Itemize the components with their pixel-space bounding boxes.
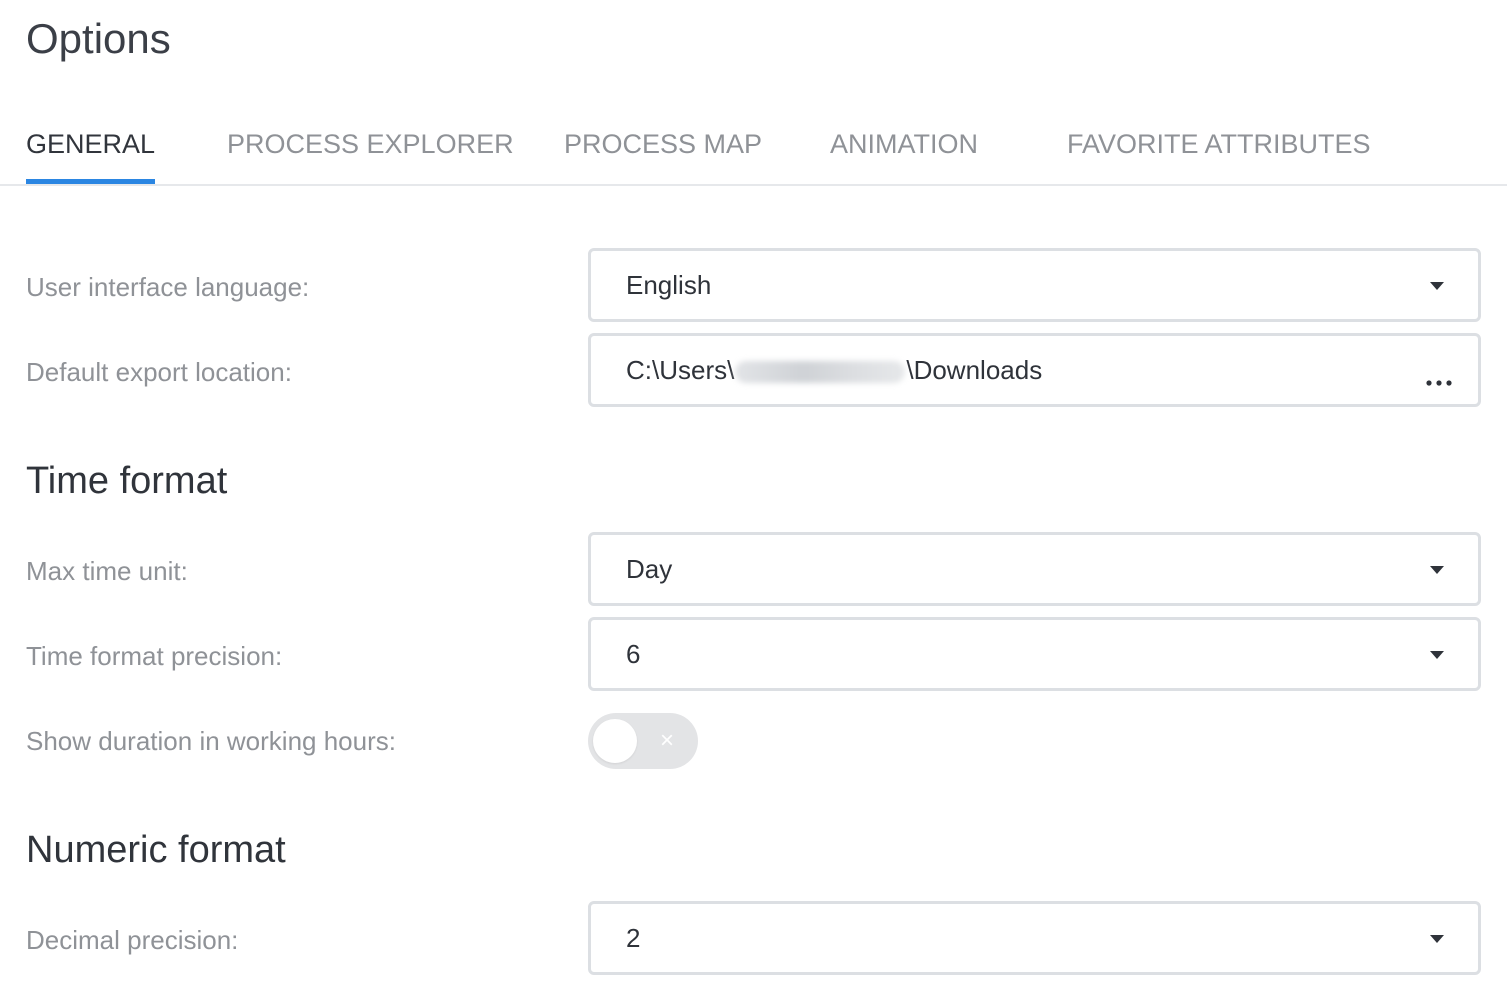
- export-location-label: Default export location:: [26, 357, 292, 387]
- max-time-unit-value: Day: [626, 554, 673, 584]
- language-select[interactable]: English: [588, 248, 1481, 322]
- toggle-knob: [593, 719, 637, 763]
- chevron-down-icon: [1430, 282, 1444, 290]
- tab-process-explorer[interactable]: PROCESS EXPLORER: [227, 116, 514, 182]
- ellipsis-icon[interactable]: [1426, 380, 1456, 386]
- page-title: Options: [26, 15, 171, 62]
- decimal-precision-value: 2: [626, 923, 641, 953]
- close-icon: ×: [660, 727, 675, 754]
- time-precision-value: 6: [626, 639, 641, 669]
- working-hours-toggle[interactable]: ×: [588, 713, 698, 769]
- language-label: User interface language:: [26, 272, 310, 302]
- time-format-heading: Time format: [26, 460, 228, 502]
- export-location-field[interactable]: C:\Users\ \Downloads: [588, 333, 1481, 407]
- language-value: English: [626, 270, 712, 300]
- tab-bar: GENERAL PROCESS EXPLORER PROCESS MAP ANI…: [0, 116, 1507, 186]
- export-location-prefix: C:\Users\: [626, 355, 735, 385]
- decimal-precision-select[interactable]: 2: [588, 901, 1481, 975]
- redacted-username: [735, 361, 906, 384]
- tab-animation[interactable]: ANIMATION: [830, 116, 978, 182]
- export-location-value: C:\Users\ \Downloads: [626, 336, 1042, 404]
- tab-general[interactable]: GENERAL: [26, 116, 156, 184]
- chevron-down-icon: [1430, 566, 1444, 574]
- chevron-down-icon: [1430, 935, 1444, 943]
- decimal-precision-label: Decimal precision:: [26, 925, 239, 955]
- time-precision-label: Time format precision:: [26, 641, 283, 671]
- chevron-down-icon: [1430, 651, 1444, 659]
- working-hours-label: Show duration in working hours:: [26, 726, 396, 756]
- max-time-unit-select[interactable]: Day: [588, 532, 1481, 606]
- max-time-unit-label: Max time unit:: [26, 556, 188, 586]
- tab-process-map[interactable]: PROCESS MAP: [564, 116, 762, 182]
- export-location-suffix: \Downloads: [906, 355, 1043, 385]
- time-precision-select[interactable]: 6: [588, 617, 1481, 691]
- tab-favorite-attributes[interactable]: FAVORITE ATTRIBUTES: [1067, 116, 1371, 182]
- numeric-format-heading: Numeric format: [26, 829, 286, 871]
